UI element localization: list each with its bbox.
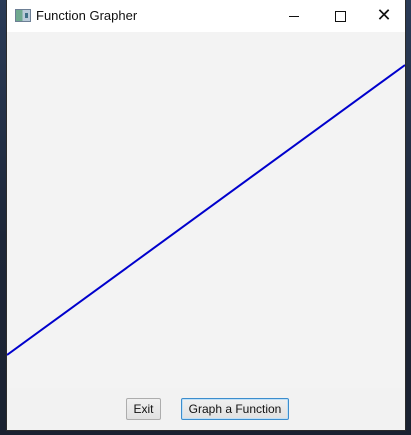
- maximize-button[interactable]: [317, 0, 363, 32]
- window-title: Function Grapher: [36, 8, 138, 23]
- title-bar[interactable]: Function Grapher ✕: [7, 0, 405, 32]
- app-window-icon: [15, 9, 31, 22]
- close-button[interactable]: ✕: [361, 0, 407, 32]
- graph-svg: [7, 32, 405, 388]
- maximize-icon: [334, 10, 346, 22]
- minimize-icon: [289, 15, 299, 17]
- graph-function-button[interactable]: Graph a Function: [181, 398, 289, 420]
- close-icon: ✕: [376, 5, 392, 26]
- graph-canvas: [7, 32, 405, 388]
- minimize-button[interactable]: [271, 0, 317, 32]
- exit-button[interactable]: Exit: [126, 398, 161, 420]
- app-window: Function Grapher ✕ Exit Graph a Function: [6, 0, 406, 431]
